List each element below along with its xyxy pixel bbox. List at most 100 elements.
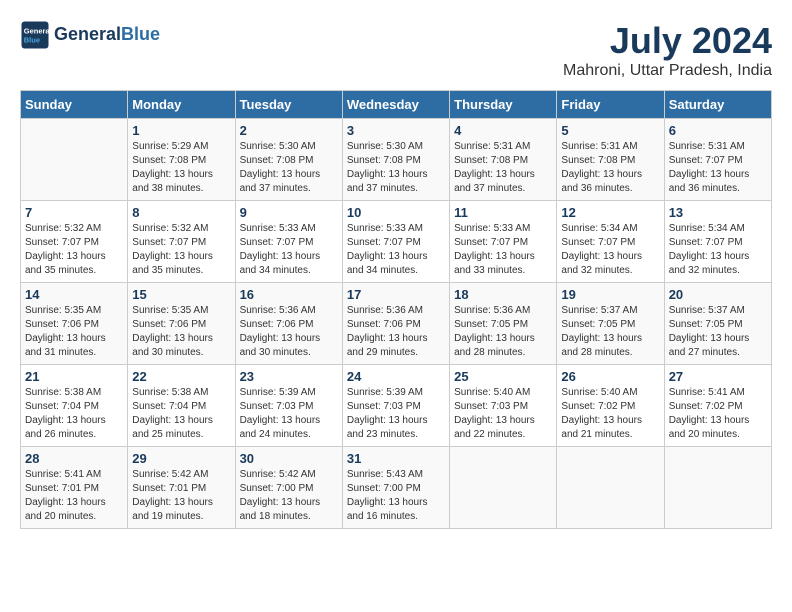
- day-info: Sunrise: 5:33 AM Sunset: 7:07 PM Dayligh…: [240, 222, 338, 278]
- day-number: 11: [454, 205, 552, 220]
- day-info: Sunrise: 5:31 AM Sunset: 7:08 PM Dayligh…: [454, 140, 552, 196]
- day-info: Sunrise: 5:43 AM Sunset: 7:00 PM Dayligh…: [347, 468, 445, 524]
- day-header-sunday: Sunday: [21, 91, 128, 119]
- day-info: Sunrise: 5:39 AM Sunset: 7:03 PM Dayligh…: [240, 386, 338, 442]
- calendar-cell: 1 Sunrise: 5:29 AM Sunset: 7:08 PM Daylig…: [128, 119, 235, 201]
- day-number: 21: [25, 369, 123, 384]
- calendar-table: SundayMondayTuesdayWednesdayThursdayFrid…: [20, 90, 772, 529]
- day-info: Sunrise: 5:36 AM Sunset: 7:05 PM Dayligh…: [454, 304, 552, 360]
- calendar-cell: 5Sunrise: 5:31 AM Sunset: 7:08 PM Daylig…: [557, 119, 664, 201]
- calendar-cell: 15 Sunrise: 5:35 AM Sunset: 7:06 PM Dayli…: [128, 283, 235, 365]
- day-number: 17: [347, 287, 445, 302]
- day-number: 1: [132, 123, 230, 138]
- day-info: Sunrise: 5:38 AM Sunset: 7:04 PM Dayligh…: [132, 386, 230, 442]
- calendar-cell: 7Sunrise: 5:32 AM Sunset: 7:07 PM Daylig…: [21, 201, 128, 283]
- day-info: Sunrise: 5:40 AM Sunset: 7:02 PM Dayligh…: [561, 386, 659, 442]
- day-info: Sunrise: 5:31 AM Sunset: 7:07 PM Dayligh…: [669, 140, 767, 196]
- day-info: Sunrise: 5:39 AM Sunset: 7:03 PM Dayligh…: [347, 386, 445, 442]
- calendar-cell: 2 Sunrise: 5:30 AM Sunset: 7:08 PM Daylig…: [235, 119, 342, 201]
- calendar-week-row: 28 Sunrise: 5:41 AM Sunset: 7:01 PM Dayli…: [21, 447, 772, 529]
- day-info: Sunrise: 5:37 AM Sunset: 7:05 PM Dayligh…: [561, 304, 659, 360]
- calendar-header-row: SundayMondayTuesdayWednesdayThursdayFrid…: [21, 91, 772, 119]
- day-number: 23: [240, 369, 338, 384]
- calendar-cell: 12 Sunrise: 5:34 AM Sunset: 7:07 PM Dayli…: [557, 201, 664, 283]
- day-number: 4: [454, 123, 552, 138]
- day-number: 10: [347, 205, 445, 220]
- calendar-cell: 23 Sunrise: 5:39 AM Sunset: 7:03 PM Dayli…: [235, 365, 342, 447]
- day-header-wednesday: Wednesday: [342, 91, 449, 119]
- svg-text:Blue: Blue: [24, 36, 40, 45]
- day-number: 15: [132, 287, 230, 302]
- svg-text:General: General: [24, 27, 50, 36]
- day-number: 8: [132, 205, 230, 220]
- calendar-cell: 8 Sunrise: 5:32 AM Sunset: 7:07 PM Daylig…: [128, 201, 235, 283]
- day-info: Sunrise: 5:29 AM Sunset: 7:08 PM Dayligh…: [132, 140, 230, 196]
- day-info: Sunrise: 5:35 AM Sunset: 7:06 PM Dayligh…: [25, 304, 123, 360]
- calendar-cell: 9 Sunrise: 5:33 AM Sunset: 7:07 PM Daylig…: [235, 201, 342, 283]
- day-info: Sunrise: 5:42 AM Sunset: 7:00 PM Dayligh…: [240, 468, 338, 524]
- day-number: 26: [561, 369, 659, 384]
- day-header-thursday: Thursday: [450, 91, 557, 119]
- day-header-monday: Monday: [128, 91, 235, 119]
- day-info: Sunrise: 5:41 AM Sunset: 7:01 PM Dayligh…: [25, 468, 123, 524]
- calendar-cell: 14 Sunrise: 5:35 AM Sunset: 7:06 PM Dayli…: [21, 283, 128, 365]
- calendar-week-row: 1 Sunrise: 5:29 AM Sunset: 7:08 PM Daylig…: [21, 119, 772, 201]
- day-number: 27: [669, 369, 767, 384]
- day-number: 6: [669, 123, 767, 138]
- day-info: Sunrise: 5:35 AM Sunset: 7:06 PM Dayligh…: [132, 304, 230, 360]
- day-info: Sunrise: 5:30 AM Sunset: 7:08 PM Dayligh…: [347, 140, 445, 196]
- day-number: 29: [132, 451, 230, 466]
- calendar-cell: 19 Sunrise: 5:37 AM Sunset: 7:05 PM Dayli…: [557, 283, 664, 365]
- calendar-cell: 18 Sunrise: 5:36 AM Sunset: 7:05 PM Dayli…: [450, 283, 557, 365]
- day-number: 19: [561, 287, 659, 302]
- day-number: 22: [132, 369, 230, 384]
- day-number: 28: [25, 451, 123, 466]
- calendar-cell: 17 Sunrise: 5:36 AM Sunset: 7:06 PM Dayli…: [342, 283, 449, 365]
- day-number: 5: [561, 123, 659, 138]
- day-info: Sunrise: 5:41 AM Sunset: 7:02 PM Dayligh…: [669, 386, 767, 442]
- day-info: Sunrise: 5:30 AM Sunset: 7:08 PM Dayligh…: [240, 140, 338, 196]
- day-number: 24: [347, 369, 445, 384]
- day-number: 9: [240, 205, 338, 220]
- day-number: 30: [240, 451, 338, 466]
- day-info: Sunrise: 5:32 AM Sunset: 7:07 PM Dayligh…: [25, 222, 123, 278]
- day-info: Sunrise: 5:32 AM Sunset: 7:07 PM Dayligh…: [132, 222, 230, 278]
- calendar-cell: 31Sunrise: 5:43 AM Sunset: 7:00 PM Dayli…: [342, 447, 449, 529]
- day-header-tuesday: Tuesday: [235, 91, 342, 119]
- day-number: 12: [561, 205, 659, 220]
- calendar-cell: [664, 447, 771, 529]
- day-info: Sunrise: 5:34 AM Sunset: 7:07 PM Dayligh…: [561, 222, 659, 278]
- calendar-cell: 28 Sunrise: 5:41 AM Sunset: 7:01 PM Dayli…: [21, 447, 128, 529]
- calendar-cell: 3Sunrise: 5:30 AM Sunset: 7:08 PM Daylig…: [342, 119, 449, 201]
- calendar-cell: 26 Sunrise: 5:40 AM Sunset: 7:02 PM Dayli…: [557, 365, 664, 447]
- day-info: Sunrise: 5:36 AM Sunset: 7:06 PM Dayligh…: [347, 304, 445, 360]
- day-header-friday: Friday: [557, 91, 664, 119]
- calendar-cell: 29 Sunrise: 5:42 AM Sunset: 7:01 PM Dayli…: [128, 447, 235, 529]
- calendar-cell: 22 Sunrise: 5:38 AM Sunset: 7:04 PM Dayli…: [128, 365, 235, 447]
- page-header: General Blue GeneralBlue July 2024 Mahro…: [20, 20, 772, 80]
- day-info: Sunrise: 5:42 AM Sunset: 7:01 PM Dayligh…: [132, 468, 230, 524]
- logo-text-line1: GeneralBlue: [54, 25, 160, 45]
- calendar-cell: 27 Sunrise: 5:41 AM Sunset: 7:02 PM Dayli…: [664, 365, 771, 447]
- calendar-cell: 13Sunrise: 5:34 AM Sunset: 7:07 PM Dayli…: [664, 201, 771, 283]
- calendar-cell: 6 Sunrise: 5:31 AM Sunset: 7:07 PM Daylig…: [664, 119, 771, 201]
- title-area: July 2024 Mahroni, Uttar Pradesh, India: [563, 20, 772, 80]
- calendar-cell: 30 Sunrise: 5:42 AM Sunset: 7:00 PM Dayli…: [235, 447, 342, 529]
- calendar-cell: 24 Sunrise: 5:39 AM Sunset: 7:03 PM Dayli…: [342, 365, 449, 447]
- day-number: 18: [454, 287, 552, 302]
- calendar-cell: [21, 119, 128, 201]
- day-info: Sunrise: 5:37 AM Sunset: 7:05 PM Dayligh…: [669, 304, 767, 360]
- calendar-week-row: 7Sunrise: 5:32 AM Sunset: 7:07 PM Daylig…: [21, 201, 772, 283]
- day-number: 13: [669, 205, 767, 220]
- day-number: 20: [669, 287, 767, 302]
- calendar-cell: [450, 447, 557, 529]
- day-info: Sunrise: 5:40 AM Sunset: 7:03 PM Dayligh…: [454, 386, 552, 442]
- day-info: Sunrise: 5:33 AM Sunset: 7:07 PM Dayligh…: [454, 222, 552, 278]
- day-number: 25: [454, 369, 552, 384]
- calendar-cell: 25 Sunrise: 5:40 AM Sunset: 7:03 PM Dayli…: [450, 365, 557, 447]
- calendar-cell: 16Sunrise: 5:36 AM Sunset: 7:06 PM Dayli…: [235, 283, 342, 365]
- calendar-cell: [557, 447, 664, 529]
- calendar-cell: 10Sunrise: 5:33 AM Sunset: 7:07 PM Dayli…: [342, 201, 449, 283]
- day-number: 14: [25, 287, 123, 302]
- day-number: 2: [240, 123, 338, 138]
